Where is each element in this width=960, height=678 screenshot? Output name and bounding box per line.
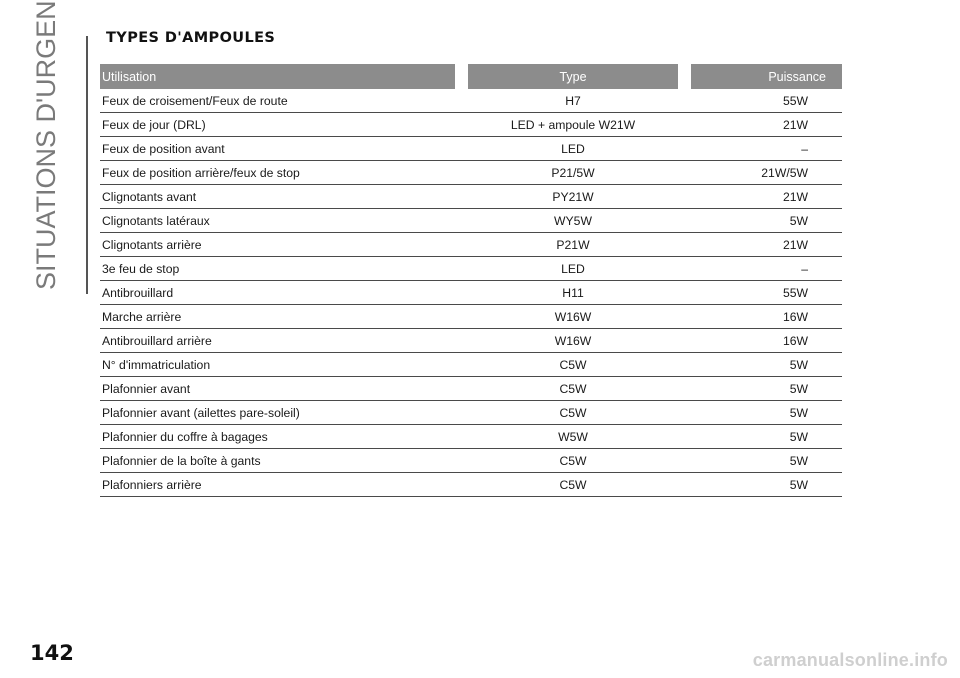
table-row: Plafonniers arrière C5W 5W xyxy=(100,472,842,497)
cell-type: LED xyxy=(461,256,685,281)
table-row: Marche arrière W16W 16W xyxy=(100,304,842,329)
cell-power: 16W xyxy=(684,304,842,329)
table-row: Feux de position arrière/feux de stop P21… xyxy=(100,160,842,185)
table-row: N° d'immatriculation C5W 5W xyxy=(100,352,842,377)
table-row: Plafonnier avant C5W 5W xyxy=(100,376,842,401)
cell-power: 16W xyxy=(684,328,842,353)
cell-usage: Antibrouillard arrière xyxy=(100,328,462,353)
cell-usage: Antibrouillard xyxy=(100,280,462,305)
cell-usage: Plafonnier du coffre à bagages xyxy=(100,424,462,449)
cell-type: LED + ampoule W21W xyxy=(461,112,685,137)
cell-power: – xyxy=(684,256,842,281)
section-title: TYPES D'AMPOULES xyxy=(106,30,276,46)
table-row: Antibrouillard arrière W16W 16W xyxy=(100,328,842,353)
table-row: Feux de jour (DRL) LED + ampoule W21W 21W xyxy=(100,112,842,137)
cell-type: PY21W xyxy=(461,184,685,209)
cell-power: 5W xyxy=(684,400,842,425)
cell-usage: Marche arrière xyxy=(100,304,462,329)
cell-power: 5W xyxy=(684,448,842,473)
cell-type: C5W xyxy=(461,352,685,377)
cell-type: C5W xyxy=(461,376,685,401)
cell-usage: Clignotants arrière xyxy=(100,232,462,257)
table-header-row: Utilisation Type Puissance xyxy=(100,64,842,89)
page-number: 142 xyxy=(30,641,74,665)
cell-type: W5W xyxy=(461,424,685,449)
cell-type: C5W xyxy=(461,448,685,473)
cell-usage: 3e feu de stop xyxy=(100,256,462,281)
cell-type: C5W xyxy=(461,472,685,497)
cell-usage: N° d'immatriculation xyxy=(100,352,462,377)
cell-type: P21/5W xyxy=(461,160,685,185)
cell-power: 21W xyxy=(684,184,842,209)
bulb-types-table: Utilisation Type Puissance Feux de crois… xyxy=(100,64,842,497)
cell-type: W16W xyxy=(461,328,685,353)
table-row: 3e feu de stop LED – xyxy=(100,256,842,281)
table-row: Clignotants latéraux WY5W 5W xyxy=(100,208,842,233)
table-row: Antibrouillard H11 55W xyxy=(100,280,842,305)
cell-usage: Feux de croisement/Feux de route xyxy=(100,89,462,113)
table-row: Plafonnier de la boîte à gants C5W 5W xyxy=(100,448,842,473)
cell-usage: Clignotants latéraux xyxy=(100,208,462,233)
cell-usage: Feux de jour (DRL) xyxy=(100,112,462,137)
cell-power: 21W xyxy=(684,232,842,257)
header-type: Type xyxy=(461,64,691,89)
cell-usage: Plafonniers arrière xyxy=(100,472,462,497)
cell-power: 21W xyxy=(684,112,842,137)
table-row: Clignotants arrière P21W 21W xyxy=(100,232,842,257)
cell-power: 21W/5W xyxy=(684,160,842,185)
sidebar-divider xyxy=(86,36,88,294)
cell-type: WY5W xyxy=(461,208,685,233)
cell-type: P21W xyxy=(461,232,685,257)
cell-type: H11 xyxy=(461,280,685,305)
table-row: Clignotants avant PY21W 21W xyxy=(100,184,842,209)
cell-power: 5W xyxy=(684,376,842,401)
cell-usage: Plafonnier avant (ailettes pare-soleil) xyxy=(100,400,462,425)
header-usage: Utilisation xyxy=(100,64,468,89)
watermark: carmanualsonline.info xyxy=(752,650,948,670)
cell-power: 5W xyxy=(684,472,842,497)
header-power: Puissance xyxy=(684,64,842,89)
table-row: Plafonnier du coffre à bagages W5W 5W xyxy=(100,424,842,449)
table-row: Feux de croisement/Feux de route H7 55W xyxy=(100,89,842,113)
cell-type: LED xyxy=(461,136,685,161)
cell-power: 5W xyxy=(684,352,842,377)
cell-type: W16W xyxy=(461,304,685,329)
cell-type: H7 xyxy=(461,89,685,113)
sidebar-section-label: SITUATIONS D'URGENCE xyxy=(31,0,61,290)
cell-power: – xyxy=(684,136,842,161)
cell-usage: Plafonnier de la boîte à gants xyxy=(100,448,462,473)
cell-usage: Clignotants avant xyxy=(100,184,462,209)
cell-power: 5W xyxy=(684,424,842,449)
cell-power: 55W xyxy=(684,280,842,305)
cell-usage: Plafonnier avant xyxy=(100,376,462,401)
cell-power: 55W xyxy=(684,89,842,113)
cell-power: 5W xyxy=(684,208,842,233)
cell-usage: Feux de position avant xyxy=(100,136,462,161)
table-row: Plafonnier avant (ailettes pare-soleil) C… xyxy=(100,400,842,425)
cell-type: C5W xyxy=(461,400,685,425)
table-body: Feux de croisement/Feux de route H7 55W Feu… xyxy=(100,89,842,497)
cell-usage: Feux de position arrière/feux de stop xyxy=(100,160,462,185)
table-row: Feux de position avant LED – xyxy=(100,136,842,161)
